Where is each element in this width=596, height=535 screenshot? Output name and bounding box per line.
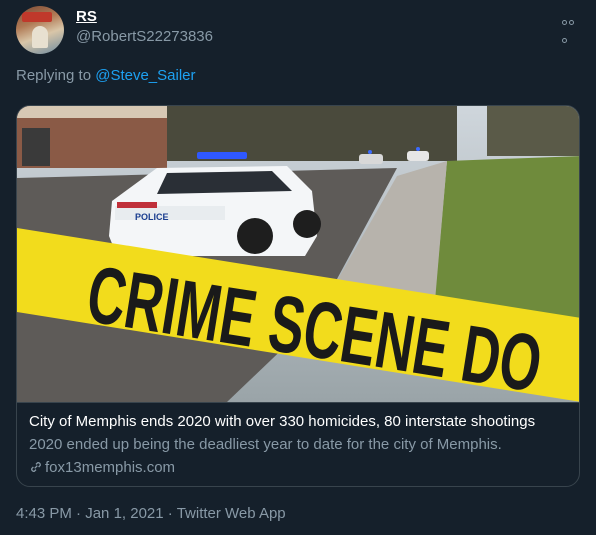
avatar-sign [22,12,52,22]
card-domain[interactable]: fox13memphis.com [29,459,175,476]
card-image[interactable]: POLICE CRIME SCENE DO [17,106,580,402]
display-name[interactable]: RS [76,8,97,25]
tweet-source[interactable]: Twitter Web App [177,505,286,522]
separator: · [163,505,177,522]
replying-to: Replying to @Steve_Sailer [16,67,196,84]
mention-link[interactable]: @Steve_Sailer [95,67,195,84]
card-text[interactable]: City of Memphis ends 2020 with over 330 … [17,402,579,486]
car-label: POLICE [135,212,169,222]
tweet-date[interactable]: Jan 1, 2021 [85,505,163,522]
card-domain-text: fox13memphis.com [45,459,176,476]
link-icon [31,462,41,472]
link-card[interactable]: POLICE CRIME SCENE DO City of Memphis en… [16,105,580,487]
user-handle[interactable]: @RobertS22273836 [76,28,213,45]
tweet-time[interactable]: 4:43 PM [16,505,72,522]
replying-prefix: Replying to [16,67,96,84]
avatar[interactable] [16,6,64,54]
card-title[interactable]: City of Memphis ends 2020 with over 330 … [29,413,535,430]
tweet-footer: 4:43 PM · Jan 1, 2021 · Twitter Web App [16,505,286,522]
avatar-person [32,26,48,48]
card-description: 2020 ended up being the deadliest year t… [29,436,502,453]
separator: · [71,505,86,522]
tweet-header: RS @RobertS22273836 [16,6,580,54]
more-icon[interactable] [562,12,580,43]
